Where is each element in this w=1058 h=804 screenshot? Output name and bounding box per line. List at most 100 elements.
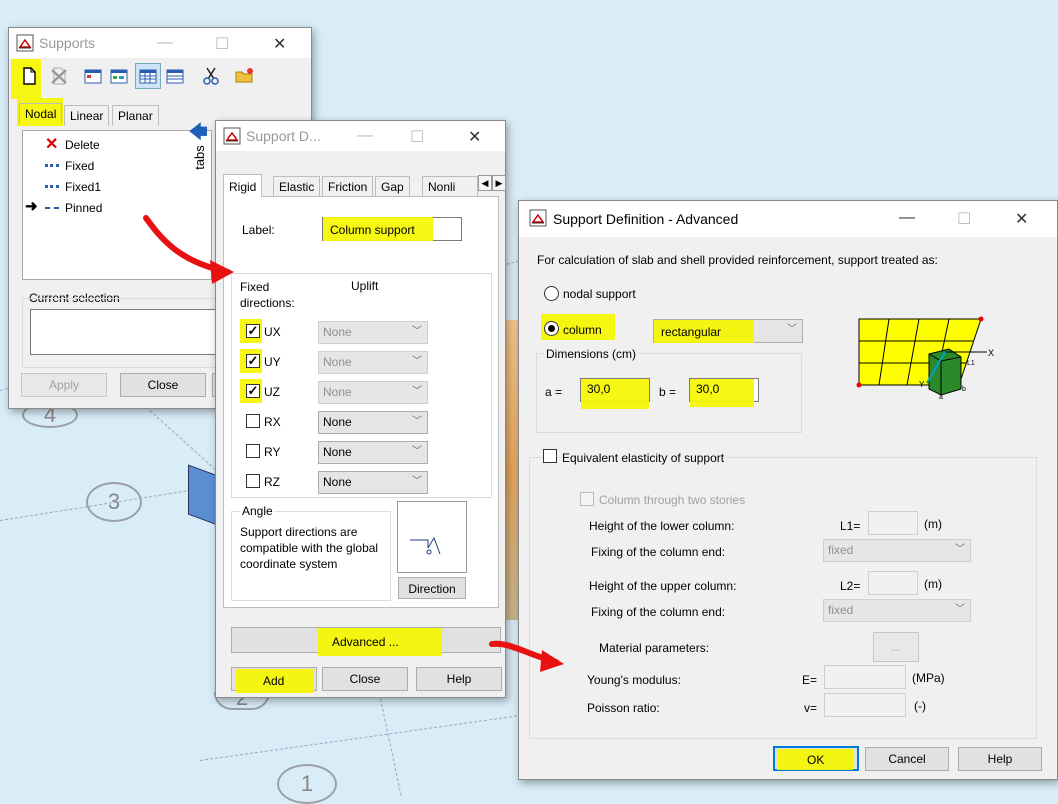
side-tab-label: tabs <box>191 145 207 170</box>
two-stories-label: Column through two stories <box>599 493 746 507</box>
app-icon <box>16 34 34 52</box>
list-view-icon[interactable] <box>109 66 129 86</box>
table-icon[interactable] <box>165 66 185 86</box>
l1-label: L1= <box>840 519 861 533</box>
tab-scroll-right-icon[interactable]: ▶ <box>492 175 506 191</box>
upper-height-label: Height of the upper column: <box>589 579 737 593</box>
material-button[interactable]: ... <box>873 632 919 662</box>
direction-checkbox-ry[interactable] <box>246 444 260 458</box>
maximize-icon[interactable]: ☐ <box>215 34 229 54</box>
uplift-select-rz[interactable]: None ﹀ <box>318 471 428 494</box>
annotation-arrow <box>489 640 564 672</box>
app-icon <box>223 127 241 145</box>
list-item[interactable]: Fixed <box>45 157 205 175</box>
b-label: b = <box>659 385 677 399</box>
uplift-select-ry[interactable]: None ﹀ <box>318 441 428 464</box>
cut-icon[interactable] <box>201 66 221 86</box>
l2-field[interactable] <box>868 571 918 595</box>
uplift-select-rx[interactable]: None ﹀ <box>318 411 428 434</box>
axis-y-label: Y <box>919 380 925 389</box>
close-button[interactable]: Close <box>120 373 206 397</box>
e-label: E= <box>802 673 818 687</box>
v-field[interactable] <box>824 693 906 717</box>
upper-fixing-select[interactable]: fixed ﹀ <box>823 599 971 622</box>
radio-dot <box>548 325 555 332</box>
direction-checkbox-ux[interactable]: ✓ <box>246 324 260 338</box>
node-label[interactable]: 1 <box>277 764 337 804</box>
grid-view-icon[interactable] <box>138 66 158 86</box>
angle-label: Angle <box>240 504 275 518</box>
axis-x-label: X <box>988 348 994 358</box>
lower-fixing-select[interactable]: fixed ﹀ <box>823 539 971 562</box>
uplift-select-ux[interactable]: None ﹀ <box>318 321 428 344</box>
list-item-label: Delete <box>65 138 100 152</box>
direction-checkbox-uz[interactable]: ✓ <box>246 384 260 398</box>
list-item-label: Fixed1 <box>65 180 102 194</box>
fixed-support-icon <box>45 161 59 167</box>
tab-elastic[interactable]: Elastic <box>273 176 321 197</box>
minimize-icon[interactable]: — <box>357 127 373 145</box>
tab-planar[interactable]: Planar <box>112 105 159 126</box>
material-label: Material parameters: <box>599 641 710 655</box>
support-direction-icon <box>410 536 441 555</box>
close-icon[interactable]: ✕ <box>1015 209 1028 229</box>
equivalent-checkbox[interactable] <box>543 449 557 463</box>
direction-checkbox-rx[interactable] <box>246 414 260 428</box>
list-item-label: Pinned <box>65 201 103 215</box>
lower-height-label: Height of the lower column: <box>589 519 735 533</box>
table-view-icon[interactable] <box>83 66 103 86</box>
close-icon[interactable]: ✕ <box>468 127 481 147</box>
support-definition-titlebar[interactable]: Support D... — ☐ ✕ <box>216 121 505 151</box>
uplift-select-uy[interactable]: None ﹀ <box>318 351 428 374</box>
new-icon[interactable] <box>19 66 39 86</box>
cancel-button[interactable]: Cancel <box>865 747 949 771</box>
l1-field[interactable] <box>868 511 918 535</box>
direction-label: UZ <box>264 385 280 399</box>
help-button[interactable]: Help <box>958 747 1042 771</box>
advanced-titlebar[interactable]: Support Definition - Advanced — ☐ ✕ <box>519 201 1057 237</box>
a-label: a = <box>545 385 563 399</box>
uplift-value: None <box>323 325 352 339</box>
open-folder-icon[interactable] <box>235 66 255 86</box>
maximize-icon[interactable]: ☐ <box>957 209 971 229</box>
uplift-select-uz[interactable]: None ﹀ <box>318 381 428 404</box>
chevron-down-icon: ﹀ <box>955 604 965 615</box>
poisson-label: Poisson ratio: <box>587 701 660 715</box>
minimize-icon[interactable]: — <box>157 34 173 52</box>
tab-scroll-left-icon[interactable]: ◀ <box>478 175 492 191</box>
direction-checkbox-rz[interactable] <box>246 474 260 488</box>
minimize-icon[interactable]: — <box>899 209 915 227</box>
tab-nonlinear[interactable]: Nonli <box>422 176 478 197</box>
direction-checkbox-uy[interactable]: ✓ <box>246 354 260 368</box>
chevron-down-icon: ﹀ <box>412 476 422 487</box>
e-unit: (MPa) <box>912 671 945 685</box>
tab-gap[interactable]: Gap <box>375 176 410 197</box>
tab-nodal[interactable]: Nodal <box>19 103 63 124</box>
close-icon[interactable]: ✕ <box>273 34 286 54</box>
list-item[interactable]: Fixed1 <box>45 178 205 196</box>
close-button[interactable]: Close <box>322 667 408 691</box>
node-label[interactable]: 3 <box>86 482 142 522</box>
maximize-icon[interactable]: ☐ <box>410 127 424 147</box>
column-radio[interactable] <box>544 321 559 336</box>
window-title: Support D... <box>246 128 321 144</box>
uplift-label: Uplift <box>351 279 379 293</box>
delete-icon[interactable] <box>49 66 69 86</box>
tab-friction[interactable]: Friction <box>322 176 374 197</box>
direction-label: RX <box>264 415 281 429</box>
tab-rigid[interactable]: Rigid <box>223 174 263 197</box>
upper-fixing-value: fixed <box>828 603 854 617</box>
tab-linear[interactable]: Linear <box>64 105 110 126</box>
apply-button[interactable]: Apply <box>21 373 107 397</box>
two-stories-checkbox[interactable] <box>580 492 594 506</box>
add-button-label: Add <box>263 674 285 688</box>
current-selection-field[interactable] <box>30 309 230 355</box>
lower-fixing-value: fixed <box>828 543 854 557</box>
nodal-support-radio[interactable] <box>544 286 559 301</box>
direction-button[interactable]: Direction <box>398 577 466 599</box>
e-field[interactable] <box>824 665 906 689</box>
supports-titlebar[interactable]: Supports — ☐ ✕ <box>9 28 311 58</box>
list-item[interactable]: ✕ Delete <box>45 136 205 154</box>
side-tabs-handle[interactable]: 🡄 tabs <box>189 122 213 182</box>
young-label: Young's modulus: <box>587 673 681 687</box>
